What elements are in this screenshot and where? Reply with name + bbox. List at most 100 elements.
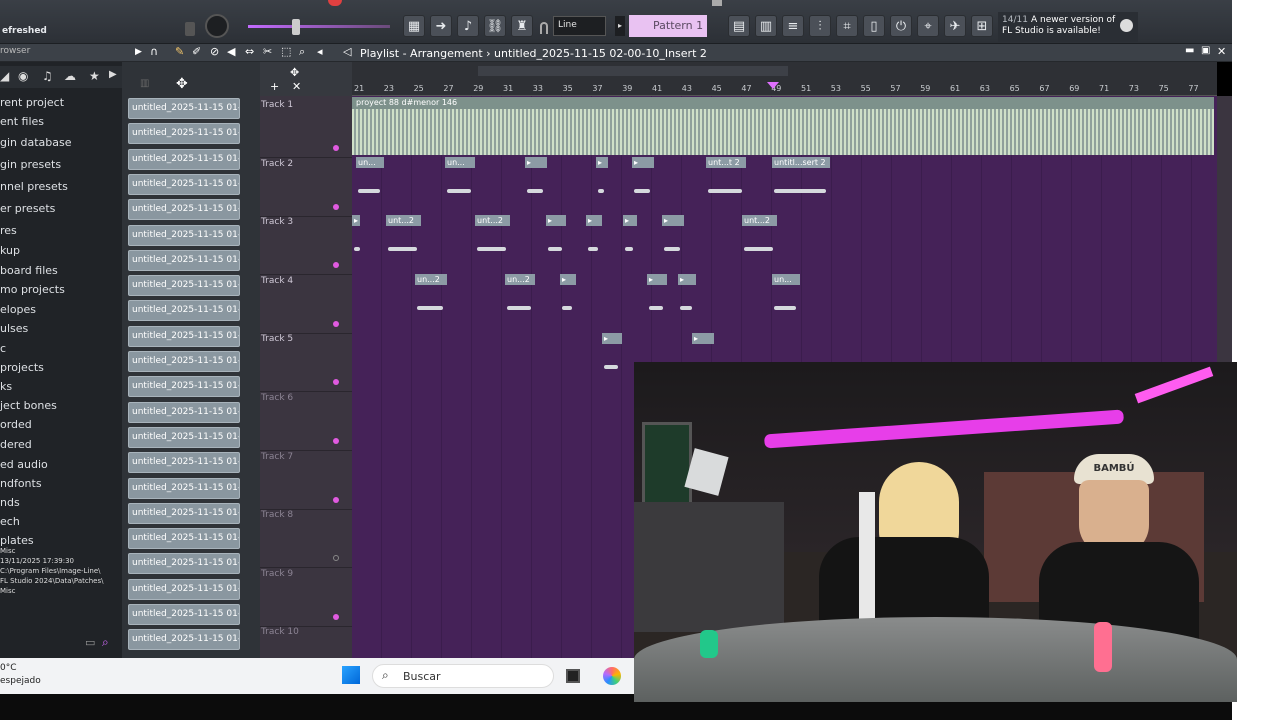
- slice-icon[interactable]: ✂: [263, 45, 272, 58]
- picker-item[interactable]: untitled_2025-11-15 01-...: [128, 604, 240, 625]
- track-mute-led[interactable]: [333, 438, 339, 444]
- master-pitch-slider[interactable]: [248, 25, 390, 28]
- picker-item[interactable]: untitled_2025-11-15 01-...: [128, 629, 240, 651]
- audio-clip[interactable]: untitl...sert 2: [772, 157, 830, 168]
- picker-item[interactable]: untitled_2025-11-15 01-...: [128, 502, 240, 524]
- audio-clip[interactable]: ▸: [692, 333, 714, 344]
- search-box[interactable]: ⌕ Buscar: [372, 664, 554, 688]
- audio-clip[interactable]: ▸: [546, 215, 566, 226]
- picker-item[interactable]: untitled_2025-11-15 01-...: [128, 249, 240, 271]
- audio-clip[interactable]: un...: [445, 157, 475, 168]
- audio-clip[interactable]: ▸: [662, 215, 684, 226]
- picker-item[interactable]: untitled_2025-11-15 01-...: [128, 351, 240, 372]
- browser-item[interactable]: board files: [0, 264, 58, 277]
- audio-clip[interactable]: unt...2: [742, 215, 777, 226]
- audio-clip[interactable]: ▸: [352, 215, 360, 226]
- scroll-thumb[interactable]: [478, 66, 788, 76]
- browser-item[interactable]: nds: [0, 496, 20, 509]
- cart-icon[interactable]: ⊞: [971, 15, 993, 37]
- pick-icon[interactable]: ⌖: [917, 15, 939, 37]
- piano-keys-icon[interactable]: ▥: [140, 78, 149, 89]
- task-view-icon[interactable]: [566, 669, 580, 683]
- delete-icon[interactable]: ⊘: [210, 45, 219, 58]
- slider-handle[interactable]: [292, 19, 300, 35]
- slip-icon[interactable]: ⇔: [245, 45, 254, 58]
- music-filter-icon[interactable]: ♫: [42, 69, 53, 83]
- browser-item[interactable]: er presets: [0, 202, 55, 215]
- browser-item[interactable]: ent files: [0, 115, 44, 128]
- browser-item[interactable]: res: [0, 224, 17, 237]
- track-mute-led[interactable]: [333, 613, 339, 620]
- audio-clip[interactable]: un...: [772, 274, 800, 285]
- audio-clip[interactable]: ▸: [647, 274, 667, 285]
- picker-item[interactable]: untitled_2025-11-15 01-...: [128, 426, 240, 448]
- browser-item[interactable]: gin presets: [0, 158, 61, 171]
- picker-item[interactable]: untitled_2025-11-15 01-...: [128, 452, 240, 474]
- audio-clip[interactable]: ▸: [525, 157, 547, 168]
- track-label[interactable]: Track 10: [261, 627, 299, 637]
- track-label[interactable]: Track 5: [261, 334, 293, 344]
- plugin-filter-icon[interactable]: ◉: [18, 69, 28, 83]
- picker-item[interactable]: untitled_2025-11-15 01-...: [128, 98, 240, 119]
- audio-clip[interactable]: ▸: [596, 157, 608, 168]
- playback-icon[interactable]: ◂: [317, 45, 323, 58]
- picker-item[interactable]: untitled_2025-11-15 01-...: [128, 123, 240, 145]
- minimize-icon[interactable]: ▬: [1185, 45, 1194, 56]
- browser-item[interactable]: dered: [0, 438, 32, 451]
- pencil-icon[interactable]: ✎: [175, 45, 184, 58]
- crosshair-icon[interactable]: ✥: [290, 66, 299, 79]
- track-mute-led[interactable]: [333, 320, 339, 327]
- audio-clip[interactable]: un...2: [505, 274, 535, 285]
- copilot-icon[interactable]: [603, 667, 621, 685]
- piano-icon[interactable]: ▦: [403, 15, 425, 37]
- browser-item[interactable]: ject bones: [0, 399, 57, 412]
- audio-clip[interactable]: ▸: [602, 333, 622, 344]
- audio-clip[interactable]: un...2: [415, 274, 447, 285]
- track-label[interactable]: Track 6: [261, 393, 293, 403]
- browser-item[interactable]: nnel presets: [0, 180, 68, 193]
- brush-icon[interactable]: ♪: [457, 15, 479, 37]
- track-label[interactable]: Track 9: [261, 569, 293, 579]
- track-label[interactable]: Track 4: [261, 276, 293, 286]
- browser-item[interactable]: elopes: [0, 303, 36, 316]
- picker-item[interactable]: untitled_2025-11-15 01-...: [128, 578, 240, 600]
- overview-bar[interactable]: [352, 62, 1217, 80]
- audio-filter-icon[interactable]: ◢: [0, 69, 9, 83]
- picker-item[interactable]: untitled_2025-11-15 01-...: [128, 528, 240, 550]
- magnet-tool-icon[interactable]: ∩: [150, 45, 158, 58]
- stamp-icon[interactable]: ♜: [511, 15, 533, 37]
- browser-item[interactable]: ulses: [0, 322, 28, 335]
- weather-status[interactable]: espejado: [0, 676, 41, 686]
- play-pattern-icon[interactable]: ▸: [615, 16, 625, 36]
- track-mute-led[interactable]: [333, 145, 339, 151]
- paint-icon[interactable]: ✐: [192, 45, 201, 58]
- file-icon[interactable]: ▯: [863, 15, 885, 37]
- globe-icon[interactable]: [1120, 19, 1133, 32]
- lock-icon[interactable]: [185, 22, 195, 36]
- picker-item[interactable]: untitled_2025-11-15 01-...: [128, 325, 240, 347]
- picker-item[interactable]: untitled_2025-11-15 01-...: [128, 148, 240, 170]
- audio-clip[interactable]: unt...2: [386, 215, 421, 226]
- breadcrumb[interactable]: Playlist - Arrangement › untitled_2025-1…: [360, 47, 707, 60]
- browser-item[interactable]: ks: [0, 380, 12, 393]
- windows-start-icon[interactable]: [342, 666, 360, 684]
- play-arrow-icon[interactable]: ▶: [135, 47, 142, 57]
- playhead-marker[interactable]: [767, 82, 779, 89]
- move-icon[interactable]: ✥: [176, 76, 188, 92]
- picker-item[interactable]: untitled_2025-11-15 01-...: [128, 376, 240, 398]
- piano-roll-icon[interactable]: ≡: [782, 15, 804, 37]
- record-icon[interactable]: [328, 0, 342, 6]
- link-icon[interactable]: ⛓: [484, 15, 506, 37]
- browser-item[interactable]: projects: [0, 361, 44, 374]
- channel-rack-icon[interactable]: ▥: [755, 15, 777, 37]
- picker-item[interactable]: untitled_2025-11-15 01-...: [128, 199, 240, 221]
- audio-clip[interactable]: un...: [356, 157, 384, 168]
- expand-arrow-icon[interactable]: ▶: [109, 69, 117, 80]
- share-icon[interactable]: ✈: [944, 15, 966, 37]
- arrow-icon[interactable]: ➜: [430, 15, 452, 37]
- track-mute-led[interactable]: [333, 496, 339, 503]
- audio-clip[interactable]: ▸: [678, 274, 696, 285]
- folder-icon[interactable]: ▭: [85, 636, 95, 649]
- pattern-select[interactable]: Pattern 1: [629, 15, 707, 37]
- track-mute-led[interactable]: [333, 203, 339, 210]
